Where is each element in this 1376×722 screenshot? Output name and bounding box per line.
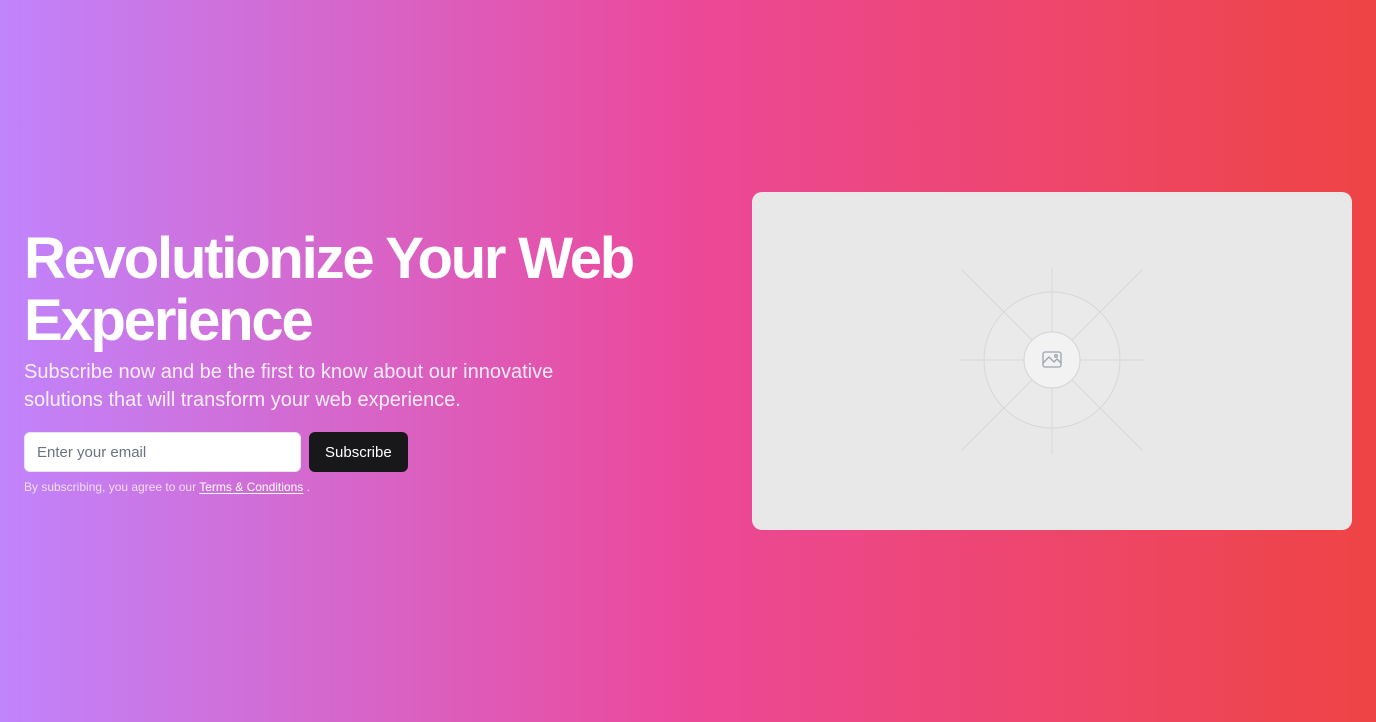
terms-disclaimer: By subscribing, you agree to our Terms &… <box>24 480 704 494</box>
subscribe-form: Subscribe <box>24 432 704 472</box>
hero-subtitle: Subscribe now and be the first to know a… <box>24 361 554 411</box>
disclaimer-text: By subscribing, you agree to our <box>24 480 197 494</box>
hero-content: Revolutionize Your Web Experience Subscr… <box>24 228 704 494</box>
disclaimer-suffix: . <box>306 480 310 494</box>
placeholder-graphic <box>960 268 1144 454</box>
hero-section: Revolutionize Your Web Experience Subscr… <box>0 0 1376 722</box>
image-placeholder <box>752 192 1352 530</box>
hero-title: Revolutionize Your Web Experience <box>24 226 635 353</box>
subscribe-button[interactable]: Subscribe <box>309 432 408 472</box>
terms-link[interactable]: Terms & Conditions <box>199 480 303 494</box>
email-input[interactable] <box>24 432 301 472</box>
